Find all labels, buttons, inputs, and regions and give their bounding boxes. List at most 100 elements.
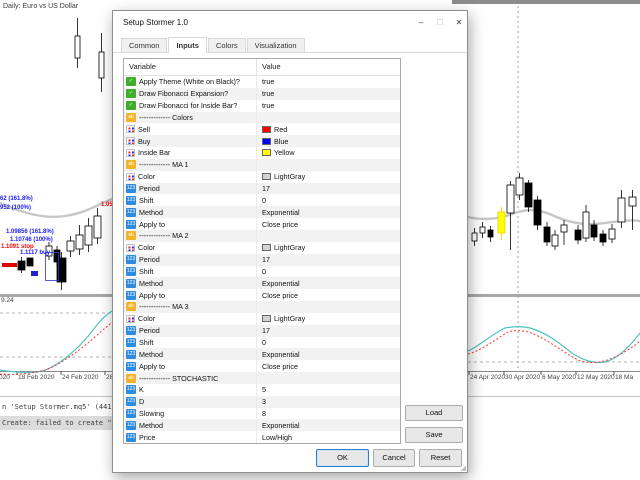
param-value-cell[interactable]: 0: [257, 267, 400, 276]
ok-button[interactable]: OK: [316, 449, 369, 467]
param-value-cell[interactable]: true: [257, 89, 400, 98]
param-value-cell[interactable]: Blue: [257, 137, 400, 146]
table-row[interactable]: 123 K 5: [124, 383, 400, 396]
table-row[interactable]: 123 Period 17: [124, 182, 400, 195]
param-name-cell: 123 Method: [124, 419, 257, 432]
table-row[interactable]: Inside Bar Yellow: [124, 147, 400, 159]
param-value-cell[interactable]: Close price: [257, 291, 400, 300]
tab-common[interactable]: Common: [121, 38, 168, 53]
param-value-cell[interactable]: Exponential: [257, 421, 400, 430]
number-icon: 123: [126, 385, 136, 395]
param-value-cell[interactable]: LightGray: [257, 314, 400, 323]
param-value-cell[interactable]: Red: [257, 125, 400, 134]
save-button[interactable]: Save: [405, 427, 463, 443]
table-row[interactable]: 123 Period 17: [124, 253, 400, 266]
close-icon[interactable]: ✕: [451, 15, 467, 30]
tab-colors[interactable]: Colors: [207, 38, 246, 53]
dialog-titlebar[interactable]: Setup Stormer 1.0 – ☐ ✕: [113, 11, 467, 35]
axis-label: b 2020: [0, 374, 10, 381]
param-value: Yellow: [274, 148, 295, 158]
tab-inputs[interactable]: Inputs: [168, 37, 207, 53]
table-row[interactable]: 123 Apply to Close price: [124, 218, 400, 230]
param-value: Close price: [262, 219, 298, 229]
param-value-cell[interactable]: 17: [257, 184, 400, 193]
param-value-cell[interactable]: 17: [257, 326, 400, 335]
reset-button[interactable]: Reset: [419, 449, 462, 467]
table-row[interactable]: Sell Red: [124, 123, 400, 136]
table-row[interactable]: 123 Period 17: [124, 324, 400, 337]
table-row[interactable]: Color LightGray: [124, 241, 400, 254]
axis-label: 24 Feb 2020: [62, 374, 99, 381]
param-value-cell[interactable]: Exponential: [257, 208, 400, 217]
table-row[interactable]: 123 Method Exponential: [124, 419, 400, 432]
table-row[interactable]: 123 Shift 0: [124, 194, 400, 207]
cancel-button[interactable]: Cancel: [373, 449, 415, 467]
param-value-cell[interactable]: 17: [257, 255, 400, 264]
table-row[interactable]: 123 Apply to Close price: [124, 289, 400, 302]
column-header-variable: Variable: [124, 59, 257, 75]
param-name-cell: ab ------------- MA 2: [124, 229, 257, 242]
param-value: Close price: [262, 361, 298, 371]
resize-grip[interactable]: ◢: [461, 464, 466, 472]
param-value-cell[interactable]: Exponential: [257, 350, 400, 359]
load-button[interactable]: Load: [405, 405, 463, 421]
axis-label: 6 May 2020: [542, 374, 576, 381]
candles-right: [471, 173, 637, 250]
table-row[interactable]: ✓ Draw Fibonacci Expansion? true: [124, 87, 400, 100]
minimize-icon[interactable]: –: [413, 15, 429, 30]
table-row[interactable]: ab ------------- MA 3: [124, 301, 400, 313]
section-icon: ab: [126, 373, 136, 383]
table-row[interactable]: Buy Blue: [124, 135, 400, 148]
param-value-cell[interactable]: 3: [257, 397, 400, 406]
param-value-cell[interactable]: true: [257, 77, 400, 86]
param-value-cell[interactable]: Exponential: [257, 279, 400, 288]
param-label: ------------- MA 2: [139, 231, 189, 241]
table-row[interactable]: 123 Price Low/High: [124, 431, 400, 444]
param-value-cell[interactable]: 5: [257, 385, 400, 394]
bool-icon: ✓: [126, 89, 136, 99]
table-row[interactable]: 123 Shift 0: [124, 336, 400, 349]
table-row[interactable]: Color LightGray: [124, 312, 400, 325]
number-icon: 123: [126, 290, 136, 300]
color-icon: [126, 314, 135, 323]
table-row[interactable]: 123 Method Exponential: [124, 206, 400, 219]
table-row[interactable]: 123 Apply to Close price: [124, 360, 400, 373]
table-row[interactable]: ab ------------- MA 2: [124, 229, 400, 242]
table-row[interactable]: 123 Slowing 8: [124, 407, 400, 420]
param-value-cell[interactable]: LightGray: [257, 172, 400, 181]
table-row[interactable]: ab ------------- STOCHASTIC: [124, 372, 400, 384]
log-line[interactable]: n 'Setup Stormer.mq5' (441,: [2, 403, 112, 411]
log-line-text: Create: failed to create "N: [2, 419, 112, 427]
param-value-cell[interactable]: Close price: [257, 362, 400, 371]
param-label: Method: [139, 278, 163, 288]
tab-visualization[interactable]: Visualization: [246, 38, 305, 53]
maximize-icon: ☐: [436, 18, 444, 27]
param-value-cell[interactable]: Low/High: [257, 433, 400, 442]
param-value: Low/High: [262, 432, 292, 442]
table-row[interactable]: ✓ Apply Theme (White on Black)? true: [124, 76, 400, 88]
param-label: Method: [139, 349, 163, 359]
param-value-cell[interactable]: Yellow: [257, 148, 400, 157]
table-row[interactable]: 123 D 3: [124, 395, 400, 408]
param-value-cell[interactable]: 0: [257, 196, 400, 205]
param-value-cell[interactable]: 8: [257, 409, 400, 418]
table-row[interactable]: 123 Method Exponential: [124, 277, 400, 290]
section-icon: ab: [126, 112, 136, 122]
log-line-selected[interactable]: Create: failed to create "N: [0, 416, 112, 430]
table-row[interactable]: 123 Shift 0: [124, 265, 400, 278]
table-row[interactable]: ✓ Draw Fibonacci for Inside Bar? true: [124, 99, 400, 112]
param-label: D: [139, 397, 145, 407]
param-label: Inside Bar: [138, 148, 171, 158]
table-row[interactable]: Color LightGray: [124, 170, 400, 183]
color-swatch: [262, 173, 271, 181]
table-row[interactable]: ab ------------- Colors: [124, 111, 400, 124]
param-value: true: [262, 89, 275, 99]
param-value-cell[interactable]: 0: [257, 338, 400, 347]
param-label: Price: [139, 432, 156, 442]
table-row[interactable]: ab ------------- MA 1: [124, 158, 400, 171]
param-value-cell[interactable]: Close price: [257, 220, 400, 229]
table-row[interactable]: 123 Method Exponential: [124, 348, 400, 361]
param-value-cell[interactable]: LightGray: [257, 243, 400, 252]
stoch-value-label: 9.24: [1, 297, 14, 304]
param-value-cell[interactable]: true: [257, 101, 400, 110]
